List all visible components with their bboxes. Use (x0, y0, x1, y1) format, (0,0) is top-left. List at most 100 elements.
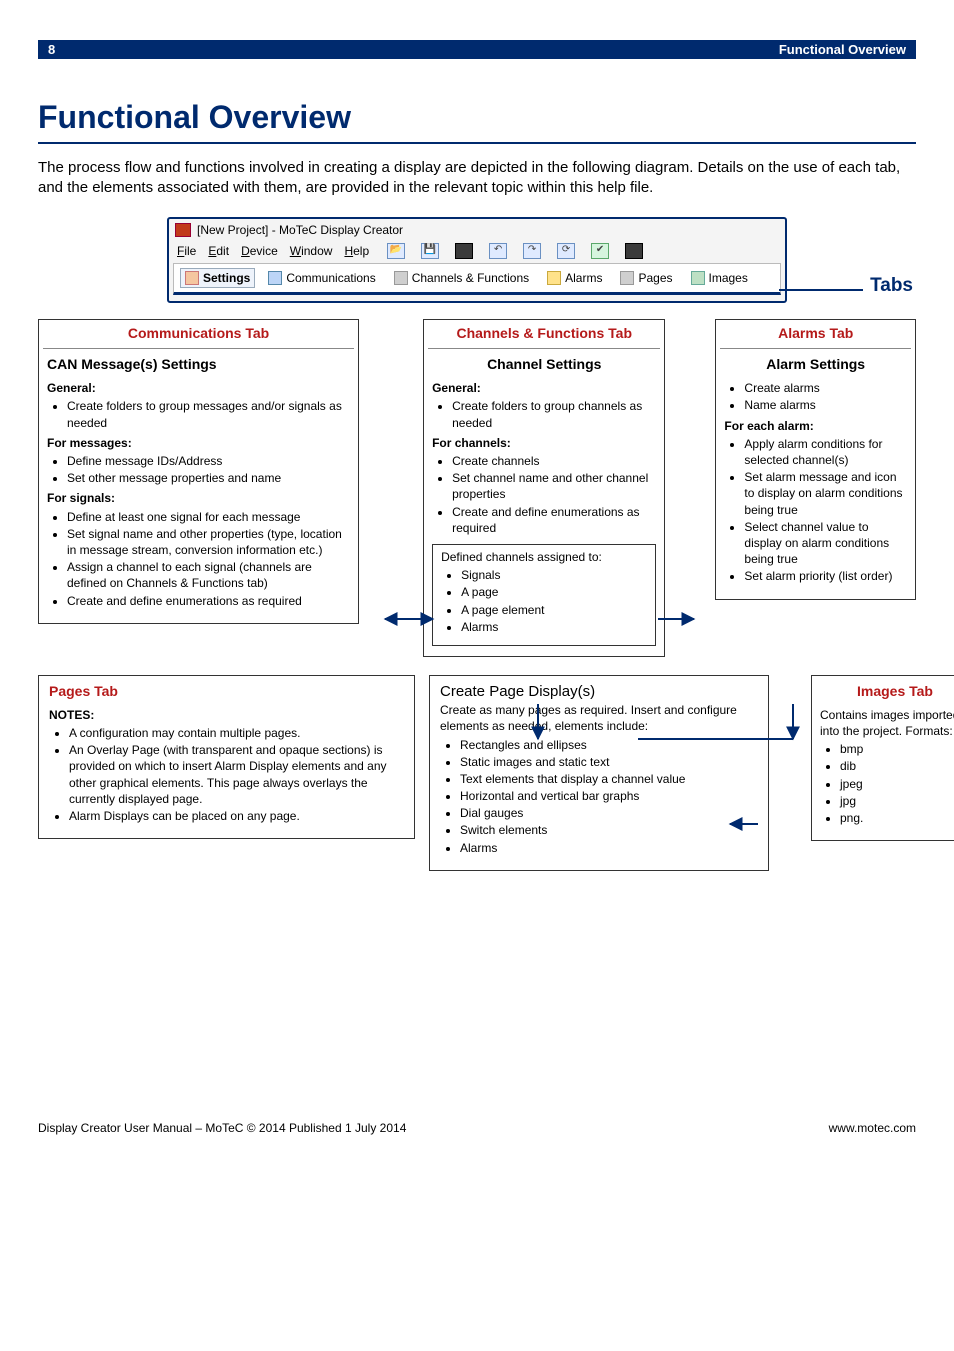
create-page-heading: Create Page Display(s) (440, 682, 758, 702)
images-intro: Contains images imported into the projec… (820, 707, 954, 739)
pages-note: An Overlay Page (with transparent and op… (69, 742, 404, 807)
chan-general-label: General: (432, 381, 481, 395)
tab-pages-label: Pages (638, 271, 672, 285)
channels-assigned-box: Defined channels assigned to: Signals A … (432, 544, 656, 646)
chan-item: Create and define enumerations as requir… (452, 504, 656, 536)
toolbar-refresh-icon[interactable]: ⟳ (557, 243, 575, 259)
settings-icon (185, 271, 199, 285)
tab-pages[interactable]: Pages (615, 268, 677, 288)
heading-rule (38, 142, 916, 144)
image-format: dib (840, 758, 954, 774)
tab-bar: Settings Communications Channels & Funct… (173, 263, 781, 295)
can-settings-heading: CAN Message(s) Settings (47, 355, 350, 374)
communications-tab-header: Communications Tab (43, 324, 354, 350)
menu-edit[interactable]: Edit (208, 244, 229, 258)
tab-channels[interactable]: Channels & Functions (389, 268, 534, 288)
pages-tab-box: Pages Tab NOTES: A configuration may con… (38, 675, 415, 839)
create-item: Static images and static text (460, 754, 758, 770)
image-format: png. (840, 810, 954, 826)
header-bar: 8 Functional Overview (38, 40, 916, 59)
alarm-each-label: For each alarm: (724, 419, 813, 433)
page-number: 8 (48, 42, 55, 57)
create-item: Horizontal and vertical bar graphs (460, 788, 758, 804)
images-tab-box: Images Tab Contains images imported into… (811, 675, 954, 841)
page-heading: Functional Overview (38, 99, 916, 136)
alarm-each-item: Select channel value to display on alarm… (744, 519, 907, 568)
channels-tab-box: Channels & Functions Tab Channel Setting… (423, 319, 665, 657)
comm-msg-item: Set other message properties and name (67, 470, 350, 486)
tab-images-label: Images (709, 271, 748, 285)
toolbar-open-icon[interactable]: 📂 (387, 243, 405, 259)
toolbar-redo-icon[interactable]: ↷ (523, 243, 541, 259)
create-item: Rectangles and ellipses (460, 737, 758, 753)
create-item: Text elements that display a channel val… (460, 771, 758, 787)
channels-assigned-label: Defined channels assigned to: (441, 549, 647, 565)
communications-tab-box: Communications Tab CAN Message(s) Settin… (38, 319, 359, 624)
pages-tab-header: Pages Tab (49, 682, 404, 701)
tab-communications[interactable]: Communications (263, 268, 380, 288)
image-format: bmp (840, 741, 954, 757)
menu-help[interactable]: Help (344, 244, 369, 258)
footer-right: www.motec.com (829, 1121, 916, 1135)
comm-sig-item: Set signal name and other properties (ty… (67, 526, 350, 558)
toolbar-monitor-icon[interactable] (625, 243, 643, 259)
communications-icon (268, 271, 282, 285)
assign-item: Alarms (461, 619, 647, 635)
assign-item: A page (461, 584, 647, 600)
alarm-settings-heading: Alarm Settings (724, 355, 907, 374)
tabs-callout-line (779, 289, 863, 291)
comm-signals-label: For signals: (47, 491, 115, 505)
channel-settings-heading: Channel Settings (432, 355, 656, 374)
images-icon (691, 271, 705, 285)
channels-icon (394, 271, 408, 285)
alarm-top-item: Name alarms (744, 397, 907, 413)
channels-tab-header: Channels & Functions Tab (428, 324, 660, 350)
menu-window[interactable]: Window (290, 244, 333, 258)
alarm-each-item: Apply alarm conditions for selected chan… (744, 436, 907, 468)
page-footer: Display Creator User Manual – MoTeC © 20… (38, 1121, 916, 1135)
create-item: Dial gauges (460, 805, 758, 821)
chan-item: Create channels (452, 453, 656, 469)
menu-file[interactable]: File (177, 244, 196, 258)
assign-item: A page element (461, 602, 647, 618)
process-diagram: Communications Tab CAN Message(s) Settin… (38, 319, 916, 871)
alarms-icon (547, 271, 561, 285)
create-item: Alarms (460, 840, 758, 856)
app-window-screenshot: [New Project] - MoTeC Display Creator Fi… (167, 217, 787, 303)
assign-item: Signals (461, 567, 647, 583)
menu-device[interactable]: Device (241, 244, 278, 258)
alarm-top-item: Create alarms (744, 380, 907, 396)
toolbar-undo-icon[interactable]: ↶ (489, 243, 507, 259)
alarms-tab-header: Alarms Tab (720, 324, 911, 350)
chan-channels-label: For channels: (432, 436, 511, 450)
tabs-callout-label: Tabs (870, 275, 913, 297)
comm-general-item: Create folders to group messages and/or … (67, 398, 350, 430)
create-item: Switch elements (460, 822, 758, 838)
chan-item: Set channel name and other channel prope… (452, 470, 656, 502)
app-titlebar-text: [New Project] - MoTeC Display Creator (197, 223, 403, 237)
pages-note: A configuration may contain multiple pag… (69, 725, 404, 741)
intro-paragraph: The process flow and functions involved … (38, 158, 916, 199)
chan-general-item: Create folders to group channels as need… (452, 398, 656, 430)
pages-notes-label: NOTES: (49, 707, 404, 723)
tab-alarms-label: Alarms (565, 271, 602, 285)
tab-settings-label: Settings (203, 271, 250, 285)
toolbar-save-icon[interactable]: 💾 (421, 243, 439, 259)
tab-images[interactable]: Images (686, 268, 753, 288)
comm-sig-item: Define at least one signal for each mess… (67, 509, 350, 525)
comm-messages-label: For messages: (47, 436, 132, 450)
app-icon (175, 223, 191, 237)
toolbar-check-icon[interactable]: ✔ (591, 243, 609, 259)
comm-general-label: General: (47, 381, 96, 395)
tab-settings[interactable]: Settings (180, 268, 255, 288)
tab-communications-label: Communications (286, 271, 375, 285)
pages-icon (620, 271, 634, 285)
image-format: jpg (840, 793, 954, 809)
comm-sig-item: Create and define enumerations as requir… (67, 593, 350, 609)
footer-left: Display Creator User Manual – MoTeC © 20… (38, 1121, 406, 1135)
image-format: jpeg (840, 776, 954, 792)
toolbar-send-icon[interactable] (455, 243, 473, 259)
tab-alarms[interactable]: Alarms (542, 268, 607, 288)
alarms-tab-box: Alarms Tab Alarm Settings Create alarms … (715, 319, 916, 600)
tab-channels-label: Channels & Functions (412, 271, 529, 285)
